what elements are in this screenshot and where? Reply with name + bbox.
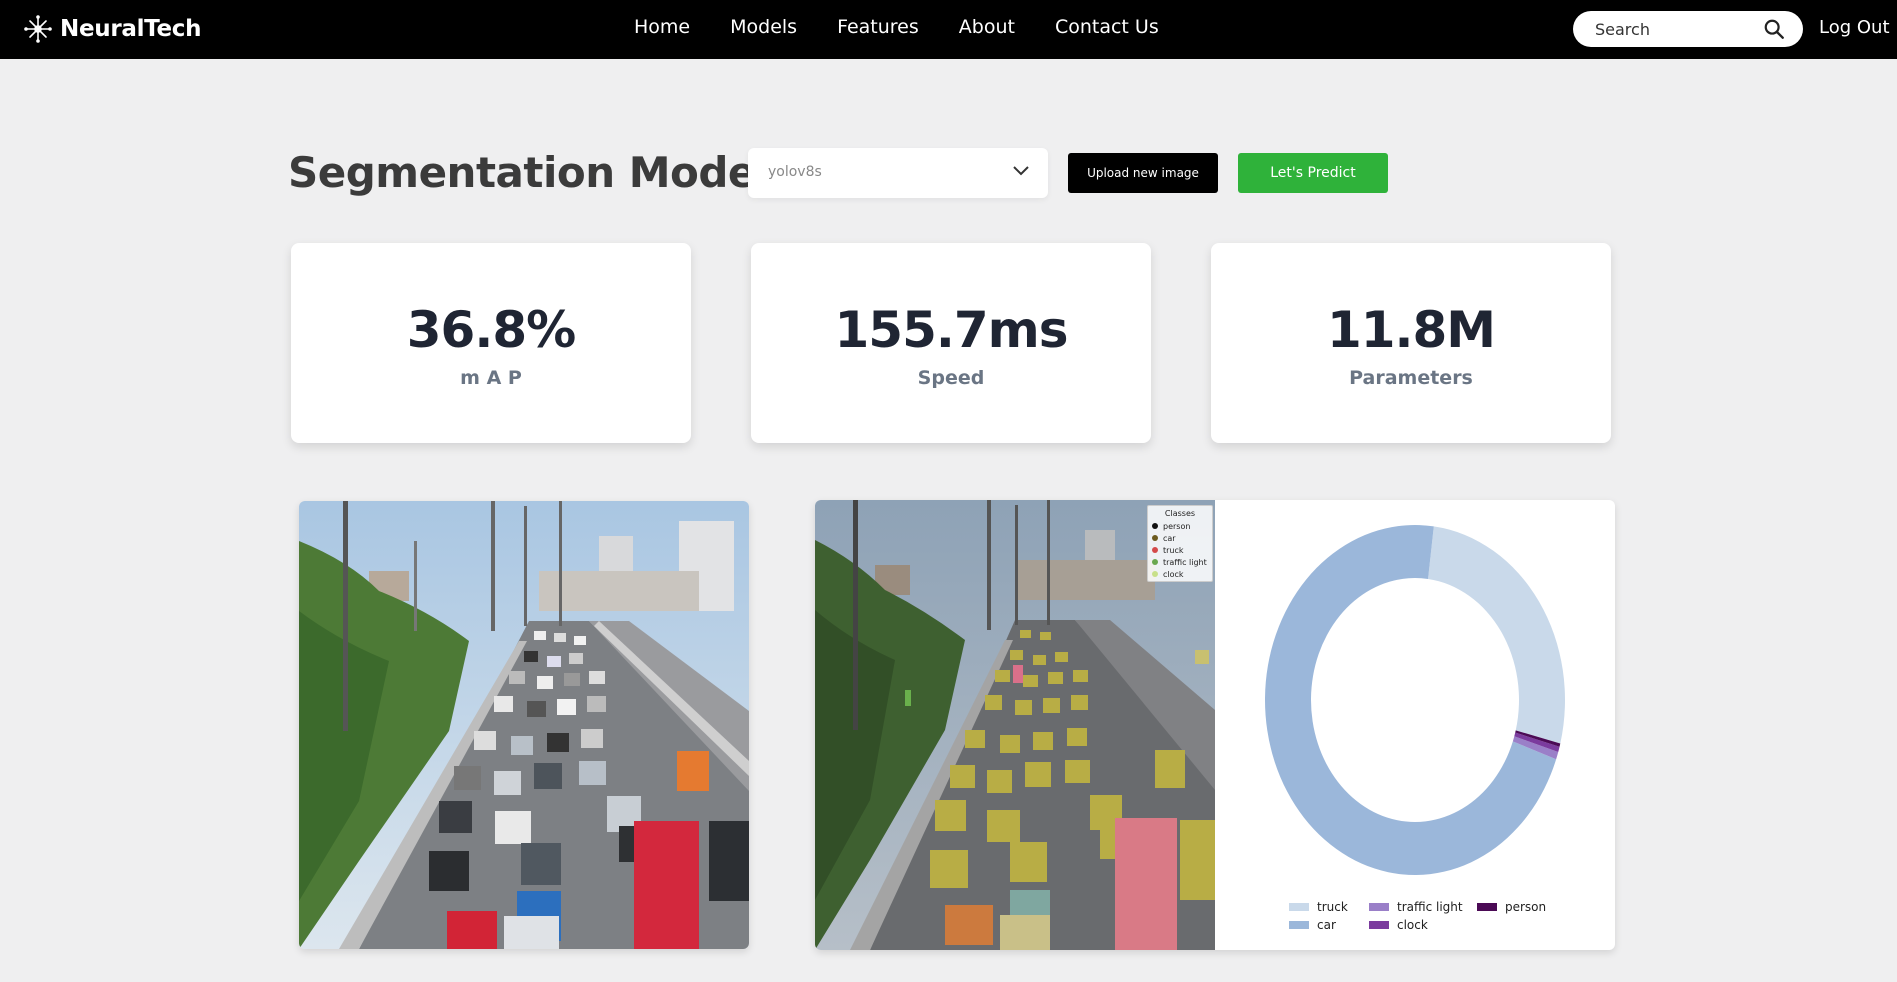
class-label: truck (1163, 545, 1184, 555)
class-distribution-chart: truck car traffic light clock person (1215, 500, 1615, 950)
legend-swatch (1369, 903, 1389, 911)
chevron-down-icon (1013, 166, 1029, 176)
nav-link-home[interactable]: Home (634, 16, 690, 38)
page-title: Segmentation Model (288, 148, 770, 197)
stat-value: 36.8% (406, 301, 576, 359)
class-color-dot (1152, 523, 1158, 529)
nav-link-features[interactable]: Features (837, 16, 919, 38)
legend-swatch (1369, 921, 1389, 929)
pie-legend-item: car (1289, 918, 1336, 932)
segmented-image: Classes person car truck traffic light c… (815, 500, 1215, 950)
legend-swatch (1477, 903, 1497, 911)
search-box (1573, 11, 1803, 47)
legend-label: car (1317, 918, 1336, 932)
legend-swatch (1289, 903, 1309, 911)
legend-label: truck (1317, 900, 1348, 914)
legend-label: person (1505, 900, 1547, 914)
classes-legend-item: clock (1152, 568, 1208, 580)
logout-link[interactable]: Log Out (1819, 17, 1890, 38)
classes-legend-item: car (1152, 532, 1208, 544)
model-select[interactable]: yolov8s (748, 148, 1048, 198)
stat-value: 11.8M (1326, 301, 1496, 359)
stat-value: 155.7ms (834, 301, 1068, 359)
classes-legend-title: Classes (1164, 509, 1196, 518)
stat-card-parameters: 11.8M Parameters (1211, 243, 1611, 443)
stat-card-speed: 155.7ms Speed (751, 243, 1151, 443)
class-label: traffic light (1163, 557, 1207, 567)
nav-link-about[interactable]: About (959, 16, 1015, 38)
class-color-dot (1152, 547, 1158, 553)
pie-legend-item: truck (1289, 900, 1348, 914)
class-label: person (1163, 521, 1191, 531)
class-label: clock (1163, 569, 1184, 579)
legend-swatch (1289, 921, 1309, 929)
stat-card-map: 36.8% m A P (291, 243, 691, 443)
classes-legend-item: traffic light (1152, 556, 1208, 568)
stat-label: Speed (917, 367, 985, 389)
search-icon[interactable] (1763, 18, 1785, 40)
brand[interactable]: NeuralTech (24, 14, 202, 44)
legend-label: traffic light (1397, 900, 1463, 914)
stat-label: m A P (460, 367, 522, 389)
nav-links: Home Models Features About Contact Us (634, 16, 1159, 38)
legend-label: clock (1397, 918, 1428, 932)
prediction-result: Classes person car truck traffic light c… (815, 500, 1615, 950)
class-label: car (1163, 533, 1176, 543)
search-input[interactable] (1595, 20, 1755, 39)
class-color-dot (1152, 559, 1158, 565)
classes-legend-item: person (1152, 520, 1208, 532)
input-image (299, 501, 749, 949)
pie-legend-item: person (1477, 900, 1546, 914)
donut-slice-truck (1428, 526, 1565, 744)
donut-chart (1265, 525, 1565, 875)
stat-label: Parameters (1349, 367, 1473, 389)
classes-legend: Classes person car truck traffic light c… (1147, 505, 1213, 582)
nav-link-models[interactable]: Models (730, 16, 797, 38)
brand-logo-icon (24, 15, 52, 43)
highway-traffic-photo (299, 501, 749, 949)
predict-button[interactable]: Let's Predict (1238, 153, 1388, 193)
model-select-value: yolov8s (768, 164, 822, 180)
pie-legend-item: clock (1369, 918, 1428, 932)
classes-legend-item: truck (1152, 544, 1208, 556)
brand-name: NeuralTech (60, 16, 202, 42)
nav-link-contact[interactable]: Contact Us (1055, 16, 1159, 38)
navbar: NeuralTech Home Models Features About Co… (0, 0, 1897, 59)
pie-legend-item: traffic light (1369, 900, 1463, 914)
upload-image-button[interactable]: Upload new image (1068, 153, 1218, 193)
class-color-dot (1152, 535, 1158, 541)
class-color-dot (1152, 571, 1158, 577)
